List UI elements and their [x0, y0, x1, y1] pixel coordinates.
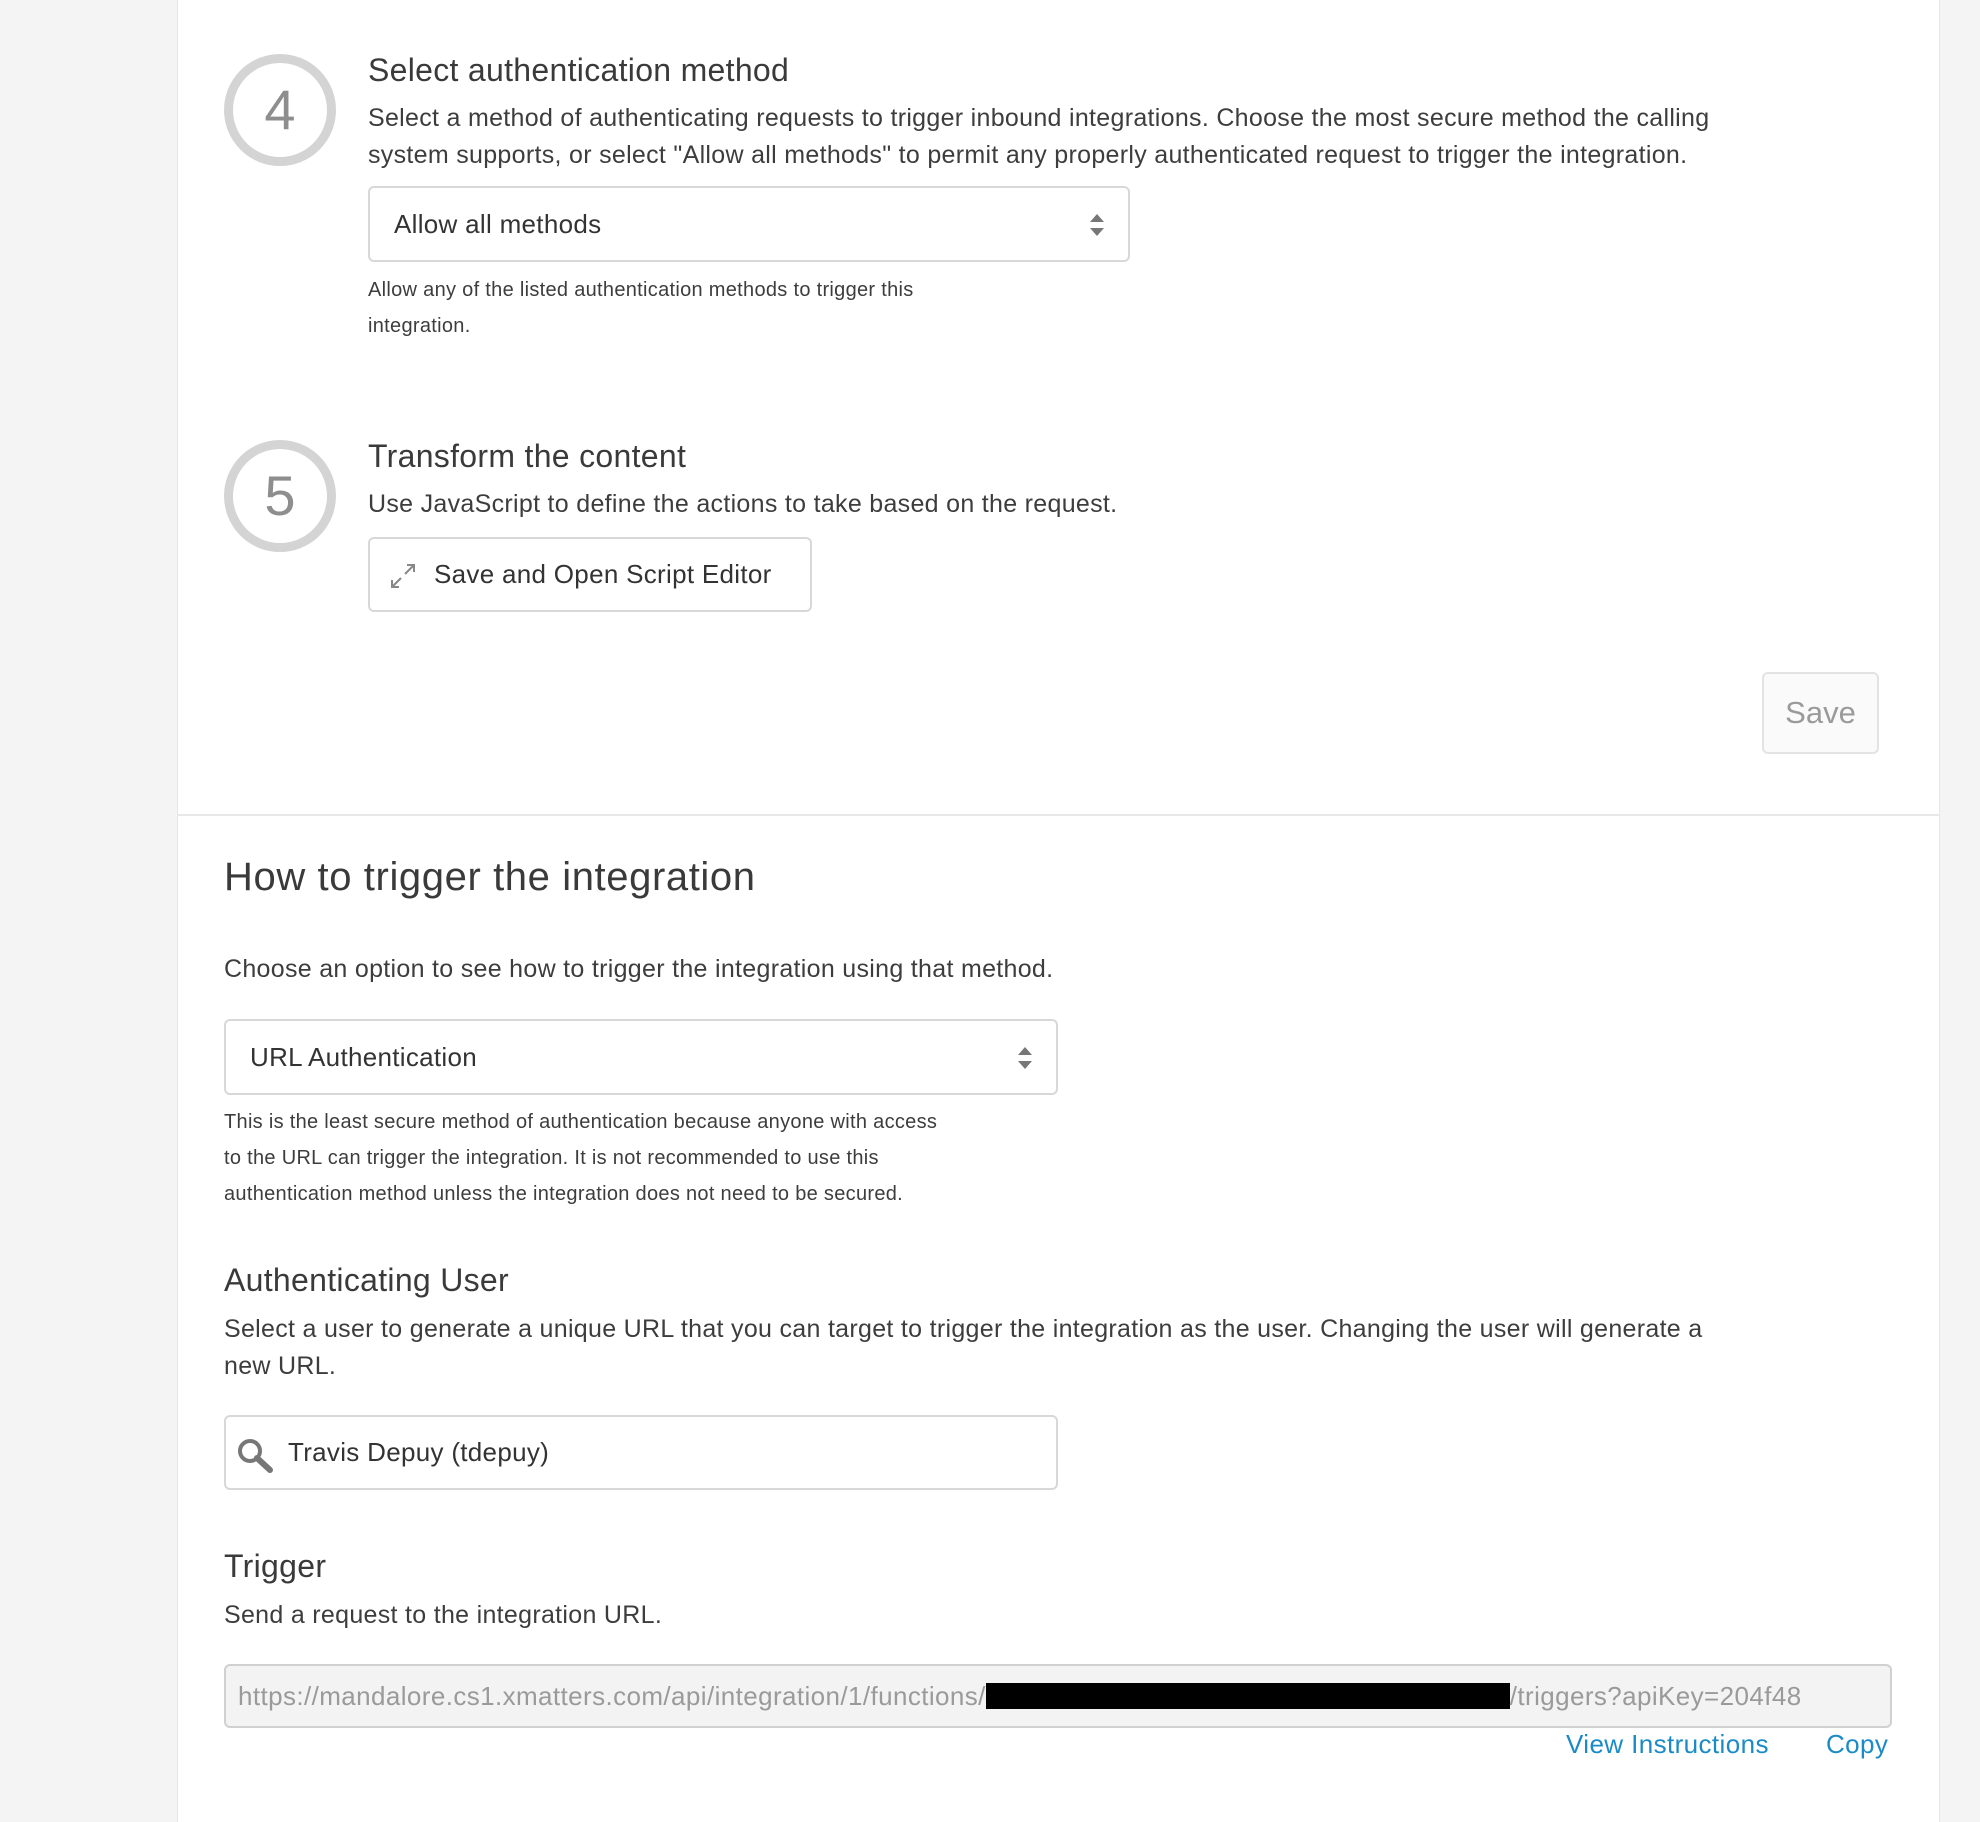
trigger-method-help-line: authentication method unless the integra… — [224, 1183, 904, 1205]
trigger-method-select-value: URL Authentication — [250, 1042, 478, 1072]
redacted-block — [985, 1683, 1510, 1710]
authenticating-user-description-line: new URL. — [224, 1352, 337, 1380]
trigger-section-intro: Choose an option to see how to trigger t… — [224, 955, 1054, 983]
trigger-title: Trigger — [224, 1548, 327, 1584]
authenticating-user-description: Select a user to generate a unique URL t… — [224, 1311, 1904, 1385]
step-4-description: Select a method of authenticating reques… — [368, 100, 1888, 174]
trigger-method-help: This is the least secure method of authe… — [224, 1104, 937, 1212]
sort-arrows-icon — [1090, 214, 1104, 236]
step-4-indicator: 4 — [224, 54, 336, 166]
trigger-method-help-line: This is the least secure method of authe… — [224, 1111, 938, 1133]
copy-link[interactable]: Copy — [1826, 1729, 1888, 1760]
step-4-description-line: Select a method of authenticating reques… — [368, 104, 1710, 132]
authenticating-user-title: Authenticating User — [224, 1262, 509, 1298]
authenticating-user-description-line: Select a user to generate a unique URL t… — [224, 1315, 1703, 1343]
authenticating-user-value: Travis Depuy (tdepuy) — [288, 1437, 550, 1467]
expand-icon — [391, 564, 415, 588]
section-divider — [177, 814, 1940, 816]
trigger-section-title: How to trigger the integration — [224, 855, 756, 899]
step-4-title: Select authentication method — [368, 52, 790, 88]
auth-method-select[interactable]: Allow all methods — [368, 186, 1130, 262]
sort-arrows-icon — [1018, 1047, 1032, 1069]
step-5-title: Transform the content — [368, 438, 687, 474]
search-icon — [238, 1439, 273, 1473]
step-4-description-line: system supports, or select "Allow all me… — [368, 141, 1688, 169]
trigger-url-prefix: https://mandalore.cs1.xmatters.com/api/i… — [238, 1681, 986, 1711]
save-and-open-script-editor-button[interactable]: Save and Open Script Editor — [368, 537, 812, 612]
trigger-description: Send a request to the integration URL. — [224, 1601, 663, 1629]
auth-method-help: Allow any of the listed authentication m… — [368, 272, 914, 344]
trigger-url-field[interactable]: https://mandalore.cs1.xmatters.com/api/i… — [224, 1664, 1892, 1728]
auth-method-help-line: integration. — [368, 315, 471, 337]
auth-method-select-value: Allow all methods — [394, 209, 602, 239]
step-5-description: Use JavaScript to define the actions to … — [368, 490, 1118, 518]
trigger-method-select[interactable]: URL Authentication — [224, 1019, 1058, 1095]
save-button[interactable]: Save — [1762, 672, 1879, 754]
script-button-label: Save and Open Script Editor — [434, 559, 772, 589]
trigger-method-help-line: to the URL can trigger the integration. … — [224, 1147, 879, 1169]
trigger-url-suffix: /triggers?apiKey=204f48 — [1509, 1681, 1802, 1711]
auth-method-help-line: Allow any of the listed authentication m… — [368, 279, 914, 301]
view-instructions-link[interactable]: View Instructions — [1566, 1729, 1769, 1760]
authenticating-user-search-input[interactable]: Travis Depuy (tdepuy) — [224, 1415, 1058, 1490]
step-5-indicator: 5 — [224, 440, 336, 552]
